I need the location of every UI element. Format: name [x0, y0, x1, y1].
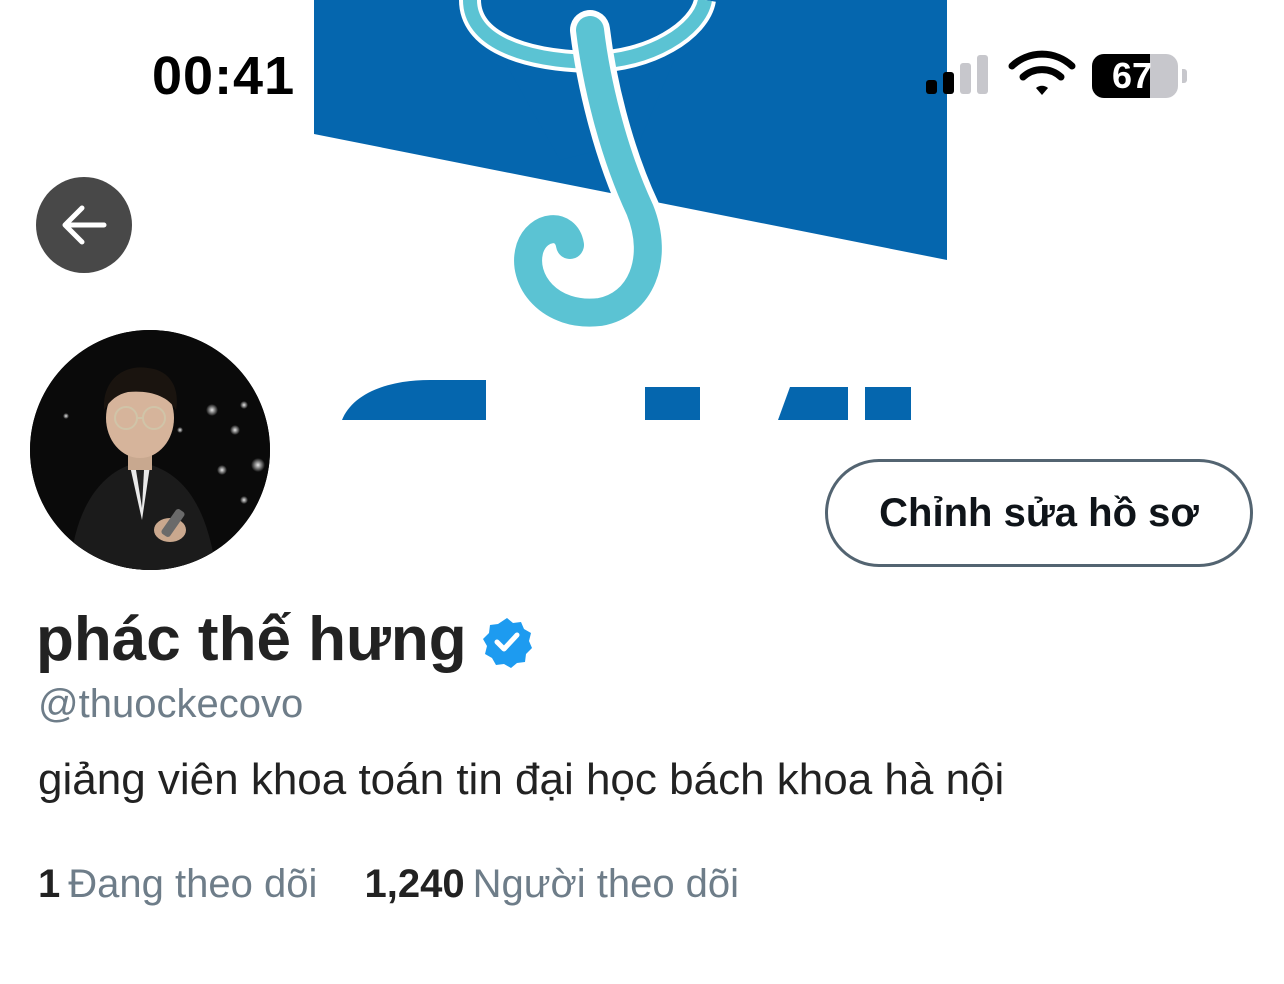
profile-stats: 1 Đang theo dõi 1,240 Người theo dõi	[38, 858, 739, 910]
followers-label: Người theo dõi	[472, 862, 740, 906]
username-handle: @thuockecovo	[38, 682, 304, 726]
status-time: 00:41	[152, 46, 296, 106]
following-label: Đang theo dõi	[68, 862, 318, 906]
display-name: phác thế hưng	[36, 605, 467, 674]
back-button[interactable]	[36, 177, 132, 273]
edit-profile-button[interactable]: Chỉnh sửa hồ sơ	[825, 459, 1253, 567]
cellular-signal-icon	[926, 55, 988, 94]
followers-link[interactable]: 1,240 Người theo dõi	[364, 858, 739, 910]
followers-count: 1,240	[364, 862, 465, 906]
arrow-left-icon	[62, 205, 107, 245]
following-count: 1	[38, 862, 61, 906]
avatar[interactable]	[30, 330, 270, 570]
verified-badge-icon	[482, 618, 532, 668]
profile-bio: giảng viên khoa toán tin đại học bách kh…	[38, 755, 1005, 804]
following-link[interactable]: 1 Đang theo dõi	[38, 858, 317, 910]
display-name-row: phác thế hưng	[36, 600, 533, 680]
wifi-icon	[1008, 50, 1076, 95]
battery-icon: 67	[1092, 54, 1187, 98]
battery-percent: 67	[1111, 55, 1153, 96]
avatar-photo	[30, 330, 270, 570]
